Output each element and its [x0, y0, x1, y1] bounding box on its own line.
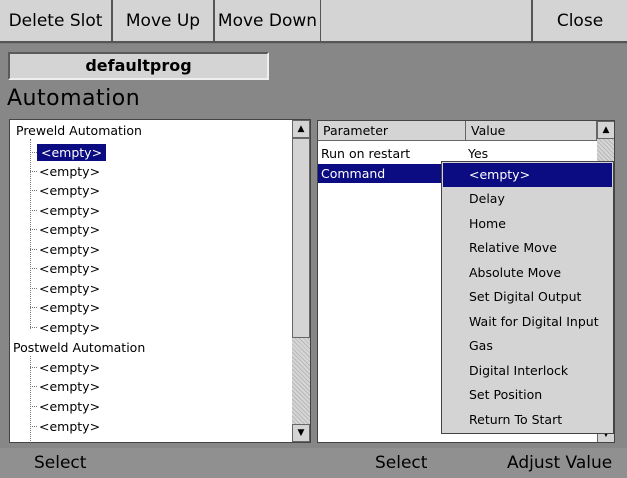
tree-item-preweld-9[interactable]: <empty> [30, 298, 100, 317]
program-name-field: defaultprog [8, 52, 269, 80]
toolbar: Delete Slot Move Up Move Down Close [0, 0, 627, 44]
tree-scroll-thumb[interactable] [292, 138, 310, 338]
column-header-parameter[interactable]: Parameter [318, 121, 466, 141]
tree-category-postweld[interactable]: Postweld Automation [13, 338, 145, 357]
dropdown-option-home[interactable]: Home [443, 212, 612, 236]
column-header-value[interactable]: Value [466, 121, 597, 141]
dropdown-option-digital-interlock[interactable]: Digital Interlock [443, 359, 612, 383]
grid-cell-parameter: Command [321, 166, 386, 181]
scroll-up-arrow-icon[interactable]: ▲ [597, 121, 614, 139]
tree-item-preweld-5[interactable]: <empty> [30, 220, 100, 239]
move-up-button[interactable]: Move Up [113, 0, 215, 43]
softkey-adjust-value[interactable]: Adjust Value [507, 453, 612, 473]
tree-item-postweld-4[interactable]: <empty> [30, 417, 100, 436]
tree-item-postweld-1[interactable]: <empty> [30, 358, 100, 377]
softkey-bar: Select Select Adjust Value [0, 448, 627, 478]
move-down-button[interactable]: Move Down [215, 0, 322, 43]
softkey-select-left[interactable]: Select [34, 453, 86, 473]
dropdown-option-return-to-start[interactable]: Return To Start [443, 408, 612, 432]
scroll-down-arrow-icon[interactable]: ▼ [292, 424, 310, 442]
close-button[interactable]: Close [531, 0, 627, 43]
dropdown-option-absolute-move[interactable]: Absolute Move [443, 261, 612, 285]
tree-item-preweld-4[interactable]: <empty> [30, 201, 100, 220]
dropdown-option-set-position[interactable]: Set Position [443, 383, 612, 407]
dropdown-option-relative-move[interactable]: Relative Move [443, 236, 612, 260]
dropdown-option-delay[interactable]: Delay [443, 187, 612, 211]
dropdown-option-empty[interactable]: <empty> [443, 163, 612, 187]
tree-item-preweld-2[interactable]: <empty> [30, 162, 100, 181]
delete-slot-button[interactable]: Delete Slot [0, 0, 113, 43]
tree-item-preweld-10[interactable]: <empty> [30, 318, 100, 337]
dropdown-option-wait-for-digital-input[interactable]: Wait for Digital Input [443, 310, 612, 334]
tree-item-preweld-8[interactable]: <empty> [30, 279, 100, 298]
scroll-up-arrow-icon[interactable]: ▲ [292, 120, 310, 138]
tree-item-preweld-7[interactable]: <empty> [30, 259, 100, 278]
grid-row-command[interactable]: Command [318, 164, 443, 183]
tree-item-preweld-6[interactable]: <empty> [30, 240, 100, 259]
tree-item-preweld-1[interactable]: <empty> [30, 143, 107, 162]
page-title: Automation [7, 86, 141, 111]
tree-scrollbar[interactable]: ▲ ▼ [292, 120, 310, 442]
tree-item-postweld-2[interactable]: <empty> [30, 377, 100, 396]
automation-tree[interactable]: Preweld Automation <empty> <empty> <empt… [9, 119, 311, 443]
toolbar-spacer [321, 0, 531, 43]
tree-item-preweld-3[interactable]: <empty> [30, 181, 100, 200]
softkey-select-middle[interactable]: Select [375, 453, 427, 473]
command-dropdown-list[interactable]: <empty> Delay Home Relative Move Absolut… [441, 161, 614, 434]
dropdown-option-set-digital-output[interactable]: Set Digital Output [443, 285, 612, 309]
tree-category-preweld[interactable]: Preweld Automation [16, 121, 142, 140]
dropdown-option-gas[interactable]: Gas [443, 334, 612, 358]
grid-cell-parameter: Run on restart [321, 146, 411, 161]
tree-item-postweld-3[interactable]: <empty> [30, 397, 100, 416]
